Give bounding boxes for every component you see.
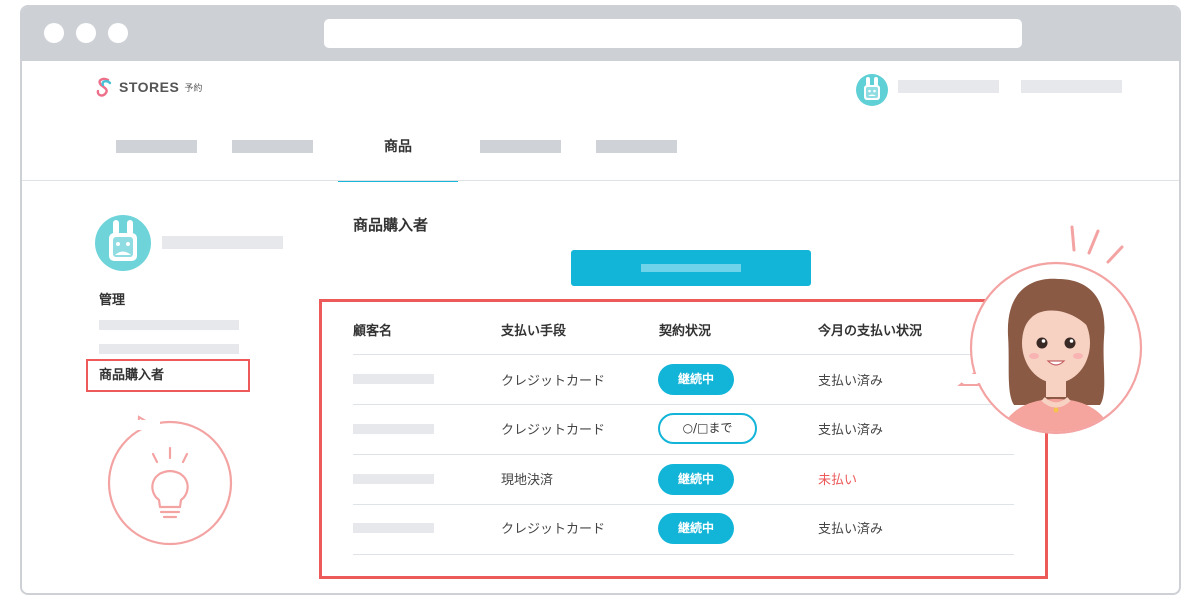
tab-placeholder-1[interactable] [116, 140, 197, 153]
window-dot-minimize[interactable] [76, 23, 96, 43]
row-divider [353, 454, 1014, 455]
store-name-placeholder [162, 236, 283, 249]
col-header-customer: 顧客名 [353, 324, 393, 339]
col-header-payment: 支払い手段 [501, 324, 567, 339]
sidebar-item-placeholder-2[interactable] [99, 344, 239, 354]
tab-placeholder-5[interactable] [596, 140, 677, 153]
col-header-status: 今月の支払い状況 [818, 324, 923, 339]
browser-chrome [22, 7, 1179, 61]
row-divider [353, 554, 1014, 555]
row-divider [353, 404, 1014, 405]
lightbulb-icon [107, 415, 233, 546]
customer-name-placeholder[interactable] [353, 424, 434, 434]
payment-status: 支払い済み [818, 423, 884, 438]
row-divider [353, 504, 1014, 505]
contract-badge: ○/□まで [658, 413, 757, 444]
tab-products[interactable]: 商品 [338, 124, 458, 182]
sidebar-item-placeholder-1[interactable] [99, 320, 239, 330]
col-header-contract: 契約状況 [659, 324, 712, 339]
header-divider [353, 354, 1014, 355]
brand-name: STORES [119, 79, 180, 95]
brand-sub: 予約 [184, 83, 203, 94]
contract-badge: 継続中 [658, 364, 734, 395]
account-avatar[interactable] [856, 74, 888, 106]
payment-status: 支払い済み [818, 522, 884, 537]
page-title: 商品購入者 [353, 216, 429, 234]
tab-placeholder-2[interactable] [232, 140, 313, 153]
payment-status: 未払い [818, 473, 858, 488]
browser-window: STORES 予約 商品 管理 商品購入者 商品購入者 顧客名 支払い手段 契約… [20, 5, 1181, 595]
brand-logo[interactable]: STORES 予約 [95, 77, 202, 97]
button-label-placeholder [641, 264, 741, 272]
payment-method: クレジットカード [501, 522, 606, 537]
primary-action-button[interactable] [571, 250, 811, 286]
account-link-placeholder[interactable] [1021, 80, 1122, 93]
payment-method: 現地決済 [501, 473, 554, 488]
window-dot-close[interactable] [44, 23, 64, 43]
store-avatar [95, 215, 151, 271]
sidebar-section-label: 管理 [99, 293, 126, 308]
customer-name-placeholder[interactable] [353, 523, 434, 533]
sidebar-item-purchasers[interactable]: 商品購入者 [86, 359, 250, 392]
rabbit-avatar-icon [109, 220, 137, 261]
customer-name-placeholder[interactable] [353, 474, 434, 484]
payment-method: クレジットカード [501, 423, 606, 438]
nav-divider [22, 180, 1179, 181]
stores-logo-icon [96, 77, 112, 97]
customer-name-placeholder[interactable] [353, 374, 434, 384]
payment-status: 支払い済み [818, 374, 884, 389]
contract-badge: 継続中 [658, 464, 734, 495]
address-bar[interactable] [324, 19, 1022, 48]
tab-placeholder-4[interactable] [480, 140, 561, 153]
window-dot-maximize[interactable] [108, 23, 128, 43]
rabbit-avatar-icon [864, 77, 880, 100]
payment-method: クレジットカード [501, 374, 606, 389]
account-name-placeholder [898, 80, 999, 93]
contract-badge: 継続中 [658, 513, 734, 544]
